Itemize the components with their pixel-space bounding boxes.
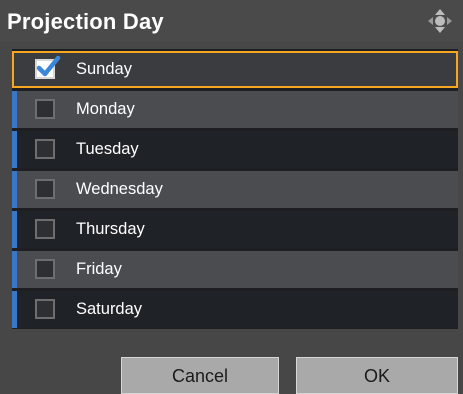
dialog-title: Projection Day xyxy=(7,9,164,34)
checkbox-wednesday[interactable] xyxy=(35,179,55,199)
projection-day-dialog: Projection Day Sunday Monday Tuesday Wed… xyxy=(0,0,463,394)
checkbox-saturday[interactable] xyxy=(35,299,55,319)
dialog-titlebar[interactable]: Projection Day xyxy=(0,0,463,42)
day-label: Friday xyxy=(76,260,122,278)
move-arrows-icon[interactable] xyxy=(427,8,453,34)
day-row-sunday[interactable]: Sunday xyxy=(12,51,458,88)
ok-button[interactable]: OK xyxy=(296,357,458,394)
checkmark-icon xyxy=(36,55,61,77)
checkbox-monday[interactable] xyxy=(35,99,55,119)
checkbox-thursday[interactable] xyxy=(35,219,55,239)
row-stripe xyxy=(12,291,17,328)
day-label: Monday xyxy=(76,100,135,118)
day-row-tuesday[interactable]: Tuesday xyxy=(12,131,458,168)
row-stripe xyxy=(12,91,17,128)
day-row-wednesday[interactable]: Wednesday xyxy=(12,171,458,208)
checkbox-tuesday[interactable] xyxy=(35,139,55,159)
row-stripe xyxy=(12,211,17,248)
day-row-monday[interactable]: Monday xyxy=(12,91,458,128)
checkbox-friday[interactable] xyxy=(35,259,55,279)
day-label: Wednesday xyxy=(76,180,163,198)
day-row-friday[interactable]: Friday xyxy=(12,251,458,288)
day-label: Sunday xyxy=(76,60,132,78)
cancel-button[interactable]: Cancel xyxy=(121,357,279,394)
checkbox-sunday[interactable] xyxy=(35,55,61,79)
day-row-thursday[interactable]: Thursday xyxy=(12,211,458,248)
day-label: Saturday xyxy=(76,300,143,318)
row-stripe xyxy=(12,251,17,288)
row-stripe xyxy=(12,171,17,208)
day-label: Tuesday xyxy=(76,140,139,158)
day-row-saturday[interactable]: Saturday xyxy=(12,291,458,328)
row-stripe xyxy=(12,131,17,168)
day-label: Thursday xyxy=(76,220,145,238)
day-list: Sunday Monday Tuesday Wednesday Thursday… xyxy=(12,49,458,329)
